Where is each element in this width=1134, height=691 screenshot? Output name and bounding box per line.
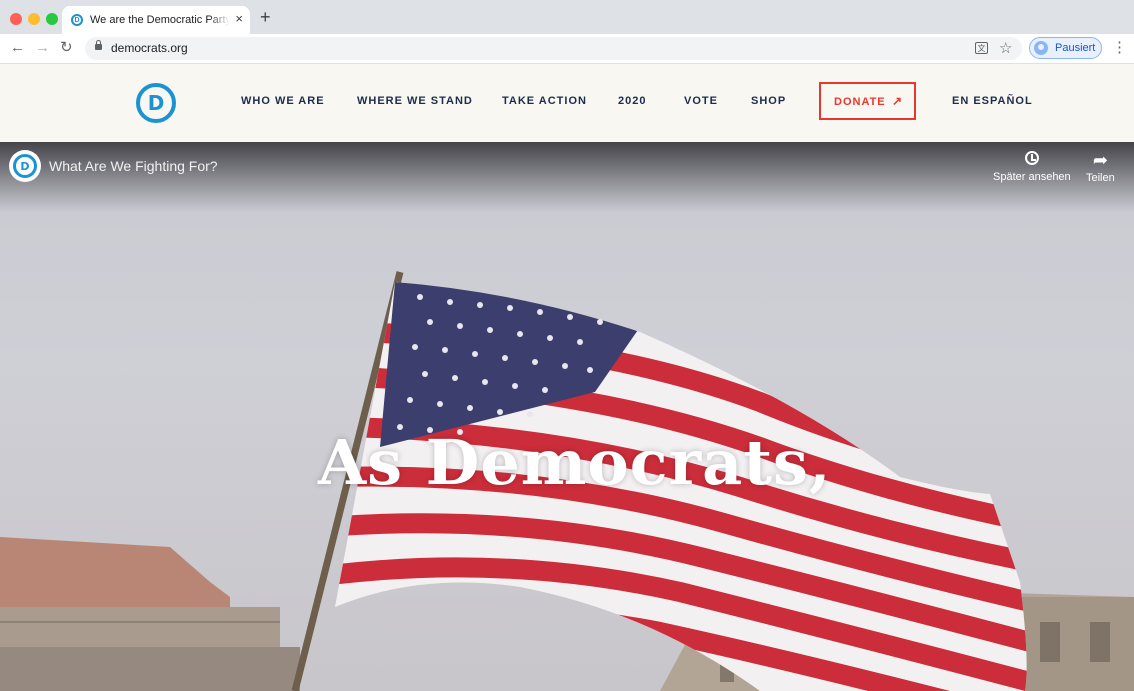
watch-later-button[interactable]: Später ansehen bbox=[993, 151, 1071, 183]
close-window-button[interactable] bbox=[10, 13, 22, 25]
nav-vote[interactable]: VOTE bbox=[684, 95, 718, 107]
profile-label: Pausiert bbox=[1055, 42, 1096, 54]
share-button[interactable]: ➦ Teilen bbox=[1086, 151, 1115, 184]
watch-later-label: Später ansehen bbox=[993, 171, 1071, 183]
browser-menu-icon[interactable]: ⋮ bbox=[1112, 39, 1127, 57]
nav-en-espanol[interactable]: EN ESPAÑOL bbox=[952, 95, 1033, 107]
maximize-window-button[interactable] bbox=[46, 13, 58, 25]
site-header: D WHO WE ARE WHERE WE STAND TAKE ACTION … bbox=[0, 64, 1134, 142]
clock-icon bbox=[1024, 151, 1039, 165]
avatar-icon bbox=[1034, 41, 1048, 55]
dnc-favicon-icon: D bbox=[71, 14, 83, 26]
profile-button[interactable]: Pausiert bbox=[1029, 37, 1102, 59]
address-bar[interactable]: democrats.org 文 ☆ bbox=[85, 37, 1022, 60]
share-arrow-icon: ➦ bbox=[1092, 150, 1108, 170]
donate-button[interactable]: DONATE ↗ bbox=[819, 82, 916, 120]
flag-scene-image bbox=[0, 271, 1134, 691]
nav-2020[interactable]: 2020 bbox=[618, 95, 646, 107]
share-label: Teilen bbox=[1086, 172, 1115, 184]
nav-shop[interactable]: SHOP bbox=[751, 95, 786, 107]
nav-where-we-stand[interactable]: WHERE WE STAND bbox=[357, 95, 473, 107]
channel-avatar-icon[interactable]: D bbox=[9, 150, 41, 182]
back-arrow-icon[interactable]: ← bbox=[10, 39, 25, 57]
browser-tab[interactable]: D We are the Democratic Party - Democrat… bbox=[62, 6, 250, 34]
minimize-window-button[interactable] bbox=[28, 13, 40, 25]
browser-titlebar: D We are the Democratic Party - Democrat… bbox=[0, 0, 1134, 34]
bookmark-star-icon[interactable]: ☆ bbox=[999, 39, 1012, 57]
video-top-overlay bbox=[0, 142, 1134, 212]
video-player[interactable]: D What Are We Fighting For? Später anseh… bbox=[0, 142, 1134, 691]
reload-icon[interactable]: ↻ bbox=[60, 39, 73, 57]
lock-icon[interactable] bbox=[95, 40, 102, 50]
nav-take-action[interactable]: TAKE ACTION bbox=[502, 95, 587, 107]
nav-who-we-are[interactable]: WHO WE ARE bbox=[241, 95, 325, 107]
channel-logo-letter: D bbox=[13, 154, 37, 178]
left-building bbox=[0, 537, 300, 691]
video-caption: As Democrats, bbox=[318, 426, 832, 499]
donate-label: DONATE bbox=[834, 96, 886, 108]
new-tab-button[interactable]: + bbox=[260, 8, 271, 26]
browser-toolbar: ← → ↻ democrats.org 文 ☆ Pausiert ⋮ bbox=[0, 34, 1134, 64]
translate-icon[interactable]: 文 bbox=[975, 42, 988, 54]
logo-letter: D bbox=[147, 91, 165, 115]
tab-close-icon[interactable]: × bbox=[235, 11, 243, 26]
dnc-logo[interactable]: D bbox=[136, 83, 176, 123]
url-text[interactable]: democrats.org bbox=[111, 41, 188, 55]
external-arrow-icon: ↗ bbox=[892, 94, 903, 108]
tab-title: We are the Democratic Party - Democrats bbox=[90, 14, 230, 26]
forward-arrow-icon[interactable]: → bbox=[35, 39, 50, 57]
video-title[interactable]: What Are We Fighting For? bbox=[49, 158, 218, 174]
